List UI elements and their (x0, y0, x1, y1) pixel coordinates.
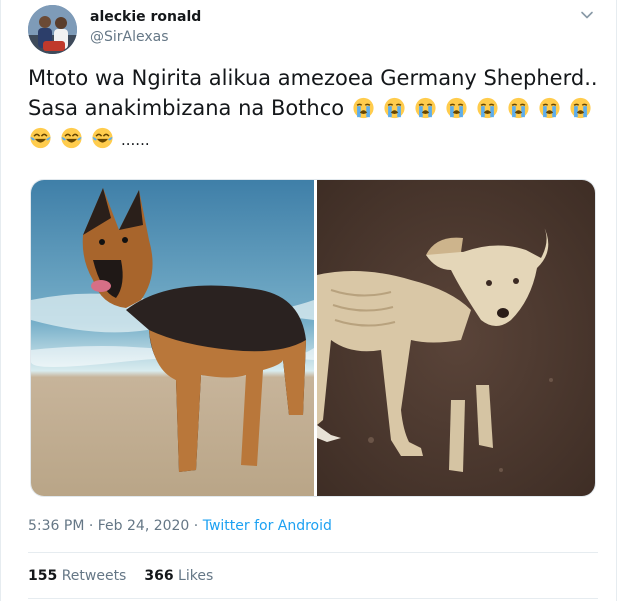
retweets-label: Retweets (61, 568, 127, 584)
user-display-name[interactable]: aleckie ronald (90, 9, 201, 25)
loudly-crying-face-icon (570, 97, 591, 119)
tweet-stats: 155 Retweets 366 Likes (28, 568, 213, 584)
tweet-line-3: ...... (28, 123, 603, 155)
loudly-crying-face-icon (415, 97, 436, 119)
stray-dog-photo[interactable] (317, 180, 596, 497)
likes-label: Likes (178, 568, 214, 584)
german-shepherd-photo[interactable] (31, 180, 314, 497)
divider (28, 598, 598, 599)
retweets-count: 155 (28, 568, 58, 584)
loudly-crying-face-icon (384, 97, 405, 119)
chevron-down-icon[interactable] (580, 8, 594, 22)
tweet-meta: 5:36 PM · Feb 24, 2020 · Twitter for And… (28, 518, 332, 534)
tweet-line-3-suffix: ...... (121, 131, 150, 149)
tweet-line-2: Sasa anakimbizana na Bothco (28, 93, 603, 123)
loudly-crying-face-icon (477, 97, 498, 119)
tweet-text: Mtoto wa Ngirita alikua amezoea Germany … (28, 63, 603, 155)
crying-emoji-row (351, 96, 599, 120)
divider (28, 552, 598, 553)
tweet-timestamp[interactable]: 5:36 PM · Feb 24, 2020 · (28, 518, 198, 534)
avatar-photo-icon (28, 5, 77, 54)
avatar[interactable] (28, 5, 77, 54)
face-with-tears-of-joy-icon (92, 127, 113, 149)
loudly-crying-face-icon (353, 97, 374, 119)
face-with-tears-of-joy-icon (30, 127, 51, 149)
likes-stat[interactable]: 366 Likes (144, 568, 213, 584)
tweet-card: aleckie ronald @SirAlexas Mtoto wa Ngiri… (0, 0, 617, 601)
loudly-crying-face-icon (539, 97, 560, 119)
loudly-crying-face-icon (446, 97, 467, 119)
retweets-stat[interactable]: 155 Retweets (28, 568, 126, 584)
tweet-client-link[interactable]: Twitter for Android (203, 518, 332, 534)
joy-emoji-row (28, 126, 121, 150)
likes-count: 366 (144, 568, 174, 584)
loudly-crying-face-icon (508, 97, 529, 119)
tweet-line-1: Mtoto wa Ngirita alikua amezoea Germany … (28, 66, 598, 90)
face-with-tears-of-joy-icon (61, 127, 82, 149)
user-handle[interactable]: @SirAlexas (90, 29, 169, 45)
tweet-media[interactable] (30, 179, 596, 497)
tweet-line-2-text: Sasa anakimbizana na Bothco (28, 96, 345, 120)
